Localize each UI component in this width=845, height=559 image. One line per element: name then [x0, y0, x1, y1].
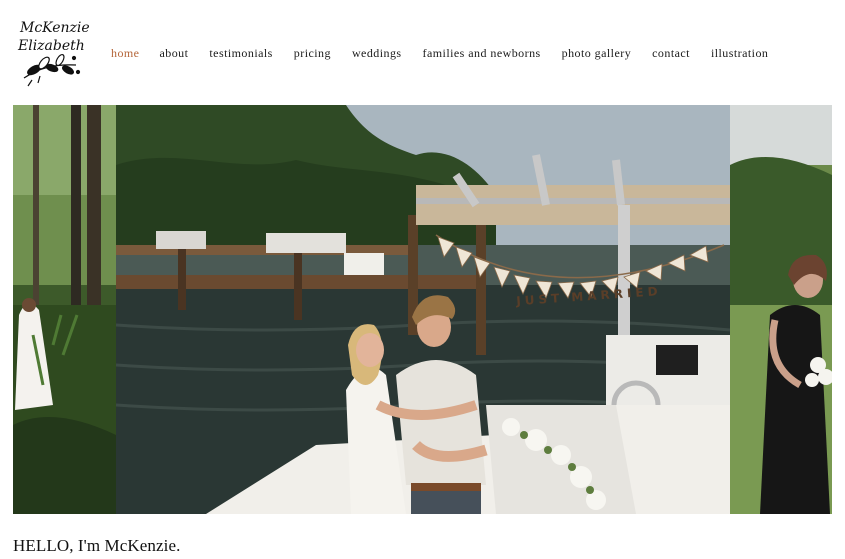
main-navigation: home about testimonials pricing weddings… [111, 46, 768, 61]
logo-graphic: McKenzie Elizabeth [17, 20, 90, 87]
nav-item-illustration[interactable]: illustration [711, 46, 768, 61]
nav-item-contact[interactable]: contact [652, 46, 690, 61]
nav-item-photo-gallery[interactable]: photo gallery [562, 46, 632, 61]
logo-line-2: Elizabeth [17, 38, 85, 54]
logo-line-1: McKenzie [19, 20, 90, 36]
nav-item-pricing[interactable]: pricing [294, 46, 331, 61]
leaf-branch-icon [23, 53, 81, 87]
nav-item-families-and-newborns[interactable]: families and newborns [423, 46, 541, 61]
site-logo[interactable]: McKenzie Elizabeth [14, 10, 92, 90]
carousel-slide-next[interactable] [730, 105, 832, 514]
carousel-slide-previous[interactable] [13, 105, 116, 514]
intro-heading: HELLO, I'm McKenzie. [13, 536, 181, 555]
nav-item-home[interactable]: home [111, 46, 139, 61]
carousel-slide-current[interactable]: JUST MARRIED [116, 105, 730, 514]
nav-item-about[interactable]: about [159, 46, 188, 61]
nav-item-testimonials[interactable]: testimonials [209, 46, 272, 61]
just-married-couple-photo: JUST MARRIED [116, 105, 730, 514]
bridesmaid-photo [730, 105, 832, 514]
forest-bride-photo [13, 105, 116, 514]
photo-carousel[interactable]: JUST MARRIED [13, 105, 832, 514]
nav-item-weddings[interactable]: weddings [352, 46, 402, 61]
